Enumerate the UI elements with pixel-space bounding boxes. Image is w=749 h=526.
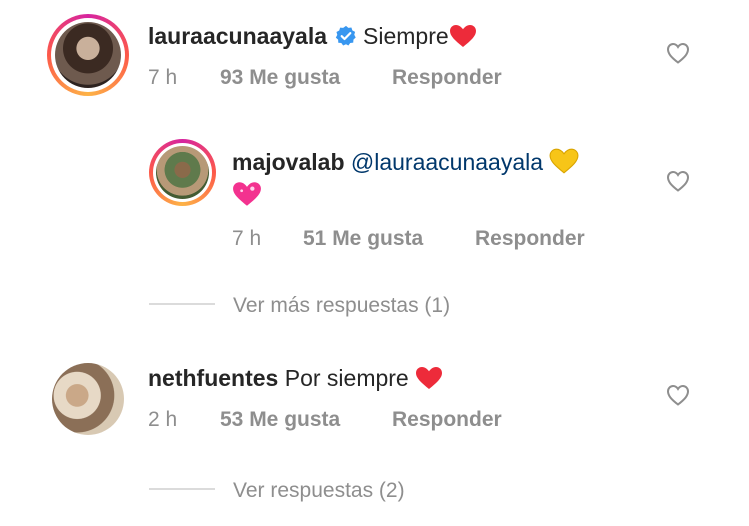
divider bbox=[149, 488, 215, 490]
view-replies-button[interactable]: Ver respuestas (2) bbox=[233, 479, 405, 503]
comment-text: Siempre bbox=[363, 23, 449, 49]
verified-badge-icon bbox=[335, 25, 356, 46]
comment-time: 7 h bbox=[148, 66, 178, 89]
reply-mention-link[interactable]: @lauraacunaayala bbox=[351, 149, 543, 175]
reply-likes[interactable]: 51 Me gusta bbox=[303, 227, 423, 251]
like-heart-icon[interactable] bbox=[666, 42, 690, 64]
red-heart-icon bbox=[449, 25, 476, 47]
comment-text: Por siempre bbox=[284, 365, 409, 391]
reply-username[interactable]: majovalab bbox=[232, 149, 345, 175]
avatar-photo bbox=[55, 22, 121, 88]
reply-button[interactable]: Responder bbox=[392, 66, 502, 90]
view-more-replies-button[interactable]: Ver más respuestas (1) bbox=[233, 294, 450, 318]
reply-time: 7 h bbox=[232, 227, 262, 250]
avatar-photo bbox=[52, 363, 124, 435]
comment-username[interactable]: lauraacunaayala bbox=[148, 23, 327, 49]
avatar-photo bbox=[156, 146, 209, 199]
like-heart-icon[interactable] bbox=[666, 170, 690, 192]
divider bbox=[149, 303, 215, 305]
avatar[interactable] bbox=[52, 363, 124, 435]
avatar[interactable] bbox=[47, 14, 129, 96]
comment-username[interactable]: nethfuentes bbox=[148, 365, 278, 391]
comment-likes[interactable]: 93 Me gusta bbox=[220, 66, 340, 90]
comment-likes[interactable]: 53 Me gusta bbox=[220, 408, 340, 432]
red-heart-icon bbox=[416, 367, 443, 389]
reply-button[interactable]: Responder bbox=[475, 227, 585, 251]
comment-time: 2 h bbox=[148, 408, 178, 431]
sparkling-heart-icon bbox=[233, 182, 261, 206]
reply-button[interactable]: Responder bbox=[392, 408, 502, 432]
like-heart-icon[interactable] bbox=[666, 384, 690, 406]
avatar[interactable] bbox=[149, 139, 216, 206]
yellow-heart-icon bbox=[549, 148, 579, 174]
